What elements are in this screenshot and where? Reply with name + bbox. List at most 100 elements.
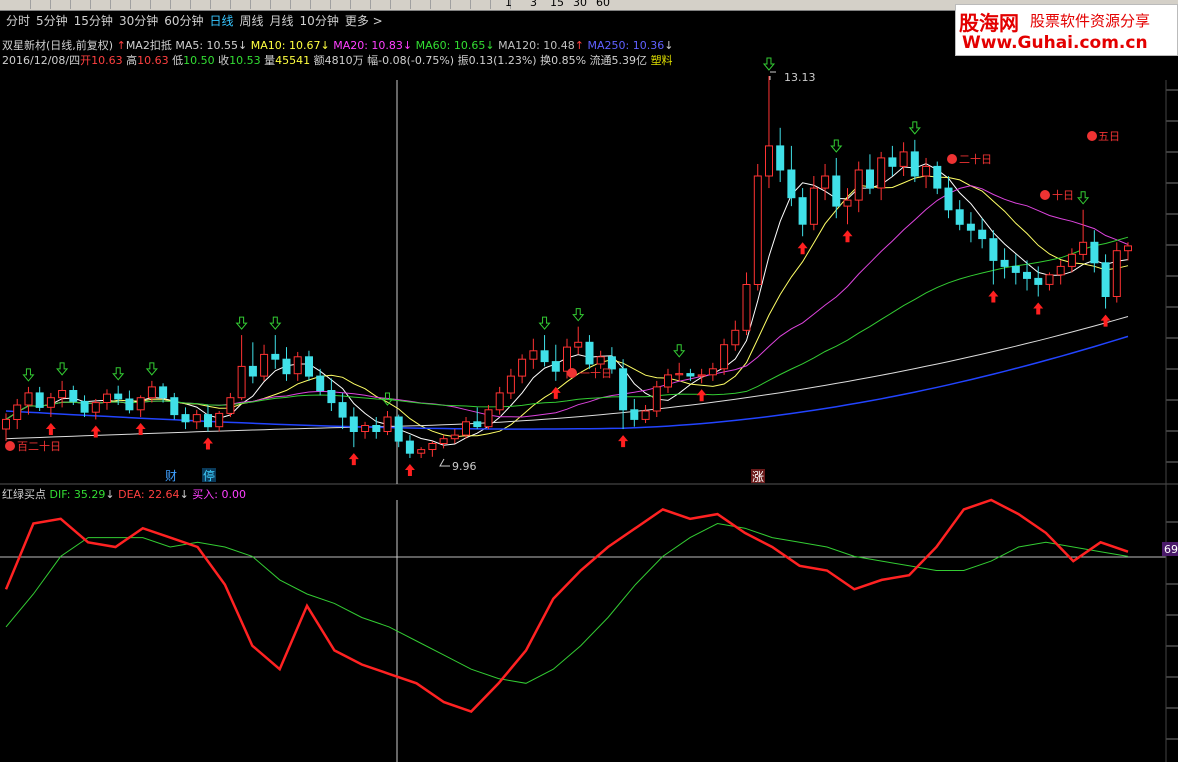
candle-body [518, 358, 527, 377]
marker-zhang[interactable]: 涨 [752, 469, 764, 484]
candle-body [697, 374, 706, 377]
candle-body [215, 412, 224, 428]
candle-body [13, 404, 22, 420]
annotation-dot [1040, 190, 1050, 200]
candle-body [652, 386, 661, 412]
candle-body [271, 353, 280, 360]
annotation-label: 五日 [1098, 130, 1120, 143]
candle-body [439, 438, 448, 445]
candle-body [630, 409, 639, 420]
candle-body [529, 350, 538, 360]
candle-body [1034, 277, 1043, 285]
candle-body [204, 414, 212, 428]
sell-arrow-icon [56, 362, 69, 376]
buy-arrow-icon [404, 464, 415, 476]
candle-body [405, 440, 414, 454]
min-label: 9.96 [452, 460, 477, 473]
candle-body [978, 229, 987, 240]
buy-arrow-icon [842, 230, 853, 243]
candle-body [619, 368, 628, 411]
candle-body [944, 187, 953, 211]
candle-body [484, 409, 493, 428]
candle-body [282, 358, 291, 375]
candle-body [843, 199, 852, 207]
sell-arrow-icon [235, 316, 248, 330]
candle-body [361, 425, 370, 432]
candle-body [821, 175, 830, 189]
kline-chart[interactable]: 13.13 9.96 百二十日 一十日 二十日 十日 五日 财 停 涨 69 [0, 0, 1178, 762]
candle-body [1045, 274, 1054, 285]
buy-arrow-icon [696, 389, 707, 402]
annotation-dot [947, 154, 957, 164]
candle-body [338, 402, 347, 418]
candle-body [450, 434, 459, 440]
sell-arrow-icon [538, 316, 551, 330]
buy-arrow-icon [348, 453, 359, 466]
buy-arrow-icon [1100, 314, 1111, 327]
candle-body [506, 375, 515, 394]
candle-body [305, 356, 313, 377]
candle-body [664, 374, 672, 388]
buy-arrow-icon [1033, 302, 1044, 315]
buy-arrow-icon [550, 386, 561, 399]
candle-body [248, 365, 257, 377]
candle-body [966, 223, 975, 231]
annotation-dot [567, 368, 577, 378]
annotation-label: 一十日 [579, 366, 612, 380]
candle-body [1000, 259, 1009, 267]
candle-body [103, 393, 111, 404]
candle-body [46, 397, 55, 408]
candle-body [585, 341, 594, 365]
sell-arrow-icon [673, 344, 686, 358]
dif-line [4, 498, 1129, 713]
candle-body [955, 209, 964, 225]
buy-arrow-icon [45, 423, 56, 436]
candle-body [495, 392, 504, 411]
candle-body [473, 421, 482, 428]
candle-body [147, 386, 156, 399]
candle-body [260, 353, 269, 377]
candle-body [574, 341, 583, 348]
sell-arrow-icon [145, 362, 158, 376]
candle-body [866, 169, 874, 189]
marker-cai[interactable]: 财 [165, 469, 177, 483]
candle-body [675, 373, 684, 376]
candle-body [237, 365, 246, 399]
annotation-dot [1087, 131, 1097, 141]
buy-arrow-icon [618, 435, 629, 448]
sell-arrow-icon [269, 316, 282, 330]
candle-body [372, 425, 381, 432]
marker-ting[interactable]: 停 [203, 468, 215, 483]
indicator-lines [4, 498, 1129, 713]
min-pointer [439, 458, 450, 467]
candle-body [80, 400, 89, 413]
sell-arrow-icon [112, 367, 125, 381]
candle-body [877, 157, 886, 189]
candle-body [181, 414, 190, 423]
candle-body [1067, 253, 1076, 267]
candle-body [899, 151, 908, 167]
candle-body [854, 169, 863, 201]
candle-body [1124, 245, 1132, 252]
candle-body [125, 398, 134, 411]
candle-body [1090, 241, 1099, 264]
candle-body [787, 169, 796, 199]
candle-body [35, 392, 44, 408]
max-label: 13.13 [784, 71, 816, 84]
candle-body [1056, 265, 1065, 276]
candle-body [417, 449, 426, 454]
candle-body [1011, 265, 1020, 273]
candle-body [798, 197, 807, 225]
candle-body [563, 346, 571, 372]
sell-arrow-icon [762, 57, 776, 71]
candle-body [2, 418, 10, 430]
candle-body [58, 390, 67, 399]
candle-body [596, 356, 605, 365]
candle-body [809, 187, 818, 225]
candle-body [832, 175, 841, 207]
candle-body [293, 356, 302, 375]
candle-body [1112, 250, 1121, 297]
candle-body [136, 397, 145, 411]
max-annotation: 13.13 [769, 71, 816, 84]
candle-body [910, 151, 919, 177]
